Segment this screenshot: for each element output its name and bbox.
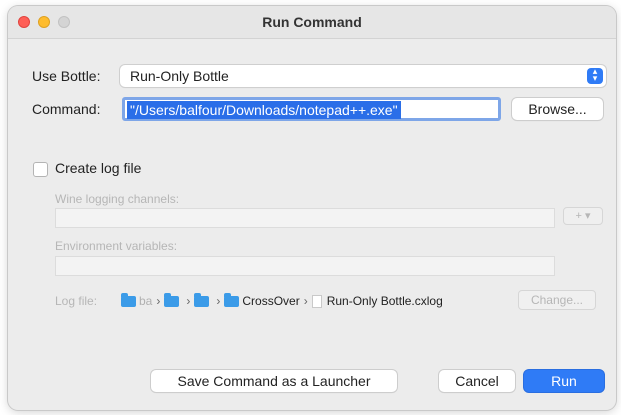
run-button[interactable]: Run [524, 370, 604, 392]
cancel-button[interactable]: Cancel [439, 370, 515, 392]
save-as-launcher-button[interactable]: Save Command as a Launcher [151, 370, 397, 392]
folder-icon [164, 293, 180, 308]
path-segment [194, 293, 212, 308]
command-input-value: "/Users/balfour/Downloads/notepad++.exe" [127, 101, 401, 119]
environment-variables-label: Environment variables: [55, 239, 178, 253]
chevron-right-icon: › [216, 293, 221, 308]
path-segment: CrossOver [224, 293, 300, 308]
use-bottle-label: Use Bottle: [32, 68, 101, 84]
bottle-select-value: Run-Only Bottle [130, 68, 229, 84]
folder-icon [194, 293, 210, 308]
chevron-updown-icon: ▴ ▾ [587, 67, 603, 84]
path-segment: Run-Only Bottle.cxlog [311, 294, 443, 308]
wine-logging-channels-field[interactable] [55, 208, 555, 228]
change-log-file-button[interactable]: Change... [518, 290, 596, 310]
folder-icon [121, 293, 136, 308]
command-label: Command: [32, 101, 101, 117]
path-segment [164, 293, 182, 308]
path-segment: ba [121, 293, 152, 308]
chevron-right-icon: › [303, 293, 308, 308]
wine-logging-channels-label: Wine logging channels: [55, 192, 180, 206]
environment-variables-field[interactable] [55, 256, 555, 276]
run-command-dialog: Run Command Use Bottle: Run-Only Bottle … [8, 6, 616, 410]
add-channel-button[interactable]: + ▾ [563, 207, 603, 225]
browse-button[interactable]: Browse... [512, 98, 603, 120]
create-log-checkbox[interactable] [33, 162, 48, 177]
chevron-right-icon: › [186, 293, 191, 308]
chevron-right-icon: › [156, 293, 161, 308]
folder-icon [224, 293, 240, 308]
title-bar: Run Command [8, 6, 616, 39]
bottle-select[interactable]: Run-Only Bottle ▴ ▾ [120, 65, 606, 87]
log-file-path: ba › › › CrossOver › Run-Only Bottle.cxlog [121, 293, 443, 311]
window-title: Run Command [262, 14, 362, 30]
create-log-label: Create log file [55, 160, 142, 176]
file-icon [311, 294, 322, 308]
log-file-label: Log file: [55, 294, 98, 308]
command-input[interactable]: "/Users/balfour/Downloads/notepad++.exe" [122, 97, 501, 121]
